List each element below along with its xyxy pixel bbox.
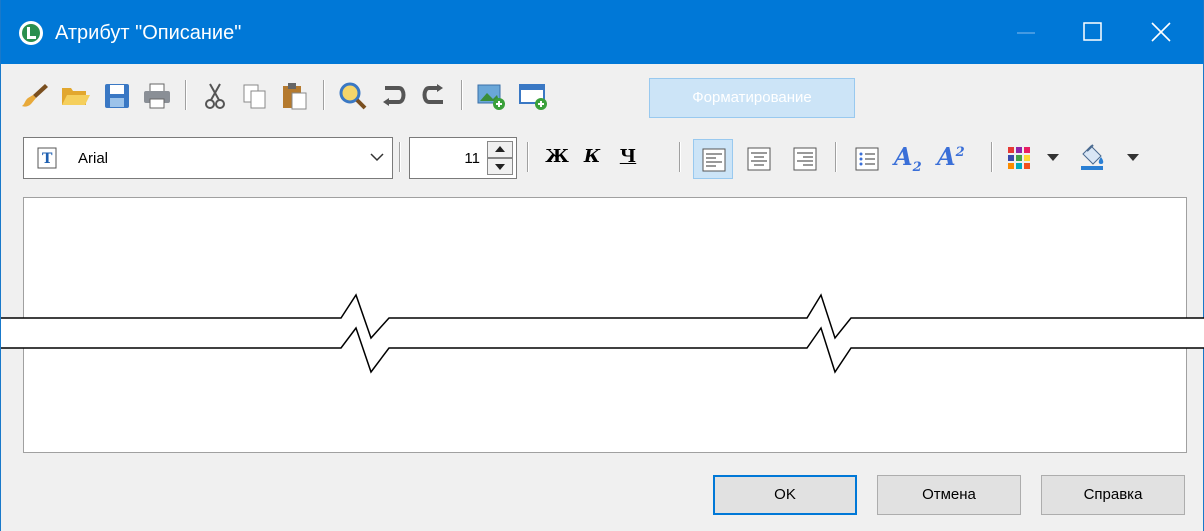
align-center-icon	[747, 147, 771, 171]
toolbar-separator	[835, 142, 837, 172]
font-family-value: Arial	[78, 150, 109, 167]
toolbar-separator	[323, 80, 325, 110]
align-left-button[interactable]	[693, 139, 733, 179]
align-center-button[interactable]	[739, 139, 779, 179]
bullet-list-icon	[855, 147, 879, 171]
dialog-window: Атрибут "Описание" Форматирование T Aria…	[0, 0, 1204, 531]
help-button[interactable]: Справка	[1041, 475, 1185, 515]
superscript-button[interactable]: A2	[937, 142, 965, 171]
superscript-letter: A	[937, 142, 956, 171]
font-type-icon: T	[37, 147, 57, 169]
title-bar[interactable]: Атрибут "Описание"	[1, 0, 1203, 64]
close-icon	[1151, 22, 1171, 42]
cancel-button[interactable]: Отмена	[877, 475, 1021, 515]
insert-image-icon[interactable]	[475, 80, 507, 112]
underline-button[interactable]: Ч	[615, 144, 641, 170]
close-button[interactable]	[1131, 0, 1191, 64]
toolbar-separator	[185, 80, 187, 110]
formatting-button[interactable]: Форматирование	[649, 78, 855, 118]
insert-object-icon[interactable]	[517, 80, 549, 112]
superscript-mark: 2	[955, 145, 965, 160]
undo-icon[interactable]	[377, 80, 409, 112]
color-grid-icon[interactable]	[1005, 144, 1037, 176]
align-right-icon	[793, 147, 817, 171]
spinner-icon[interactable]	[487, 141, 513, 175]
chevron-down-icon[interactable]	[1127, 154, 1139, 161]
subscript-letter: A	[894, 142, 913, 171]
save-icon[interactable]	[101, 80, 133, 112]
minimize-button[interactable]	[997, 0, 1057, 64]
print-icon[interactable]	[141, 80, 173, 112]
brush-icon[interactable]	[19, 80, 51, 112]
toolbar-separator	[527, 142, 529, 172]
chevron-down-icon[interactable]	[1047, 154, 1059, 161]
main-toolbar	[1, 72, 1203, 116]
window-title: Атрибут "Описание"	[55, 22, 242, 44]
chevron-down-icon	[370, 153, 384, 162]
paste-icon[interactable]	[279, 80, 311, 112]
italic-button[interactable]: К	[579, 144, 605, 170]
maximize-icon	[1083, 22, 1102, 41]
bold-button[interactable]: Ж	[544, 144, 570, 170]
ok-button[interactable]: OK	[713, 475, 857, 515]
align-left-icon	[702, 148, 726, 172]
toolbar-separator	[399, 142, 401, 172]
font-size-field[interactable]: 11	[409, 137, 517, 179]
cut-icon[interactable]	[199, 80, 231, 112]
font-size-value: 11	[464, 150, 480, 167]
open-folder-icon[interactable]	[59, 80, 91, 112]
minimize-icon	[1017, 32, 1035, 34]
subscript-button[interactable]: A2	[894, 142, 922, 175]
toolbar-separator	[679, 142, 681, 172]
svg-text:T: T	[42, 151, 53, 167]
toolbar-separator	[461, 80, 463, 110]
toolbar-separator	[991, 142, 993, 172]
find-icon[interactable]	[337, 80, 369, 112]
fill-color-icon[interactable]	[1077, 142, 1109, 174]
break-lines-overlay	[1, 293, 1204, 374]
copy-icon[interactable]	[239, 80, 271, 112]
align-right-button[interactable]	[785, 139, 825, 179]
bullet-list-button[interactable]	[847, 139, 887, 179]
redo-icon[interactable]	[417, 80, 449, 112]
app-logo-icon	[19, 21, 43, 45]
maximize-button[interactable]	[1063, 0, 1123, 64]
subscript-mark: 2	[912, 159, 922, 175]
font-family-select[interactable]: T Arial	[23, 137, 393, 179]
